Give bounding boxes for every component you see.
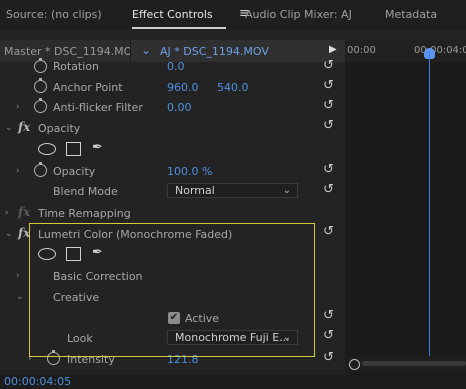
property-row-blend-mode: Blend Mode Normal ⌄ ↺ [0,182,345,202]
current-timecode[interactable]: 00:00:04:05 [4,375,71,388]
zoom-handle[interactable] [349,359,360,370]
panel-tab-bar: Source: (no clips) Effect Controls ≡ Aud… [0,0,466,30]
property-row-opacity: › Opacity 100.0 % ↺ [0,162,345,182]
twirl-down-icon[interactable]: ⌄ [16,292,24,302]
stopwatch-icon[interactable] [34,162,47,177]
rotation-value[interactable]: 0.0 [167,60,185,73]
property-label: Anti-flicker Filter [53,101,143,114]
effect-timeline[interactable] [345,40,466,376]
lumetri-highlight-box [29,223,315,357]
stopwatch-icon[interactable] [34,58,47,73]
twirl-right-icon[interactable]: › [16,271,20,281]
reset-icon[interactable]: ↺ [323,308,334,323]
status-footer: 00:00:04:05 [0,375,466,389]
tab-metadata[interactable]: Metadata [385,8,437,21]
reset-icon[interactable]: ↺ [323,78,334,93]
chevron-down-icon: ⌄ [282,185,291,196]
anchor-x-value[interactable]: 960.0 [167,81,199,94]
property-label: Opacity [53,165,96,178]
effect-name: Opacity [38,122,81,135]
reset-icon[interactable]: ↺ [323,162,334,177]
scroll-track[interactable] [362,361,466,366]
ellipse-mask-icon[interactable] [38,143,56,155]
property-label: Blend Mode [53,185,118,198]
master-clip-label[interactable]: Master * DSC_1194.MOV [4,45,140,58]
blend-mode-dropdown[interactable]: Normal ⌄ [167,183,298,198]
property-row-anti-flicker: › Anti-flicker Filter 0.00 ↺ [0,98,345,118]
effect-header-opacity: ⌄ fx Opacity ↺ [0,118,345,139]
pen-mask-icon[interactable]: ✒ [92,140,103,155]
effect-header-time-remapping: › fx Time Remapping [0,204,345,224]
property-row-rotation: Rotation 0.0 ↺ [0,58,345,79]
effect-name: Time Remapping [38,207,131,220]
property-label: Rotation [53,60,100,73]
play-triangle-icon[interactable]: ▶ [329,44,337,55]
twirl-right-icon[interactable]: › [5,208,9,218]
tab-source[interactable]: Source: (no clips) [6,8,102,21]
ruler-tick-playhead: 00:00:04:0 [414,45,466,56]
tab-audio-clip-mixer[interactable]: Audio Clip Mixer: AJ [245,8,352,21]
time-ruler[interactable]: 00:00 00:00:04:0 [345,40,466,62]
anchor-y-value[interactable]: 540.0 [217,81,249,94]
chevron-down-icon: ⌄ [141,43,152,57]
property-row-anchor-point: Anchor Point 960.0 540.0 ↺ [0,78,345,98]
opacity-value[interactable]: 100.0 % [167,165,212,178]
dropdown-value: Normal [175,184,215,197]
reset-icon[interactable]: ↺ [323,98,334,113]
stopwatch-icon[interactable] [34,98,47,113]
fx-toggle-icon[interactable]: fx [18,120,30,134]
twirl-right-icon[interactable]: › [16,102,20,112]
reset-icon[interactable]: ↺ [323,118,334,133]
ruler-tick-start: 00:00 [347,45,376,56]
reset-icon[interactable]: ↺ [323,58,334,73]
reset-icon[interactable]: ↺ [323,350,334,365]
fx-toggle-icon[interactable]: fx [18,205,30,219]
property-label: Anchor Point [53,81,123,94]
twirl-down-icon[interactable]: ⌄ [5,229,13,239]
tab-effect-controls[interactable]: Effect Controls [132,8,213,21]
reset-icon[interactable]: ↺ [323,328,334,343]
twirl-right-icon[interactable]: › [16,166,20,176]
playhead-line[interactable] [429,52,430,356]
timeline-zoom-scrollbar[interactable] [345,357,466,373]
reset-icon[interactable]: ↺ [323,224,334,239]
anti-flicker-value[interactable]: 0.00 [167,101,192,114]
active-tab-underline [132,27,226,29]
stopwatch-icon[interactable] [34,78,47,93]
sequence-clip-label: AJ * DSC_1194.MOV [160,45,269,58]
twirl-down-icon[interactable]: ⌄ [5,123,13,133]
rectangle-mask-icon[interactable] [66,142,81,156]
reset-icon[interactable]: ↺ [323,182,334,197]
